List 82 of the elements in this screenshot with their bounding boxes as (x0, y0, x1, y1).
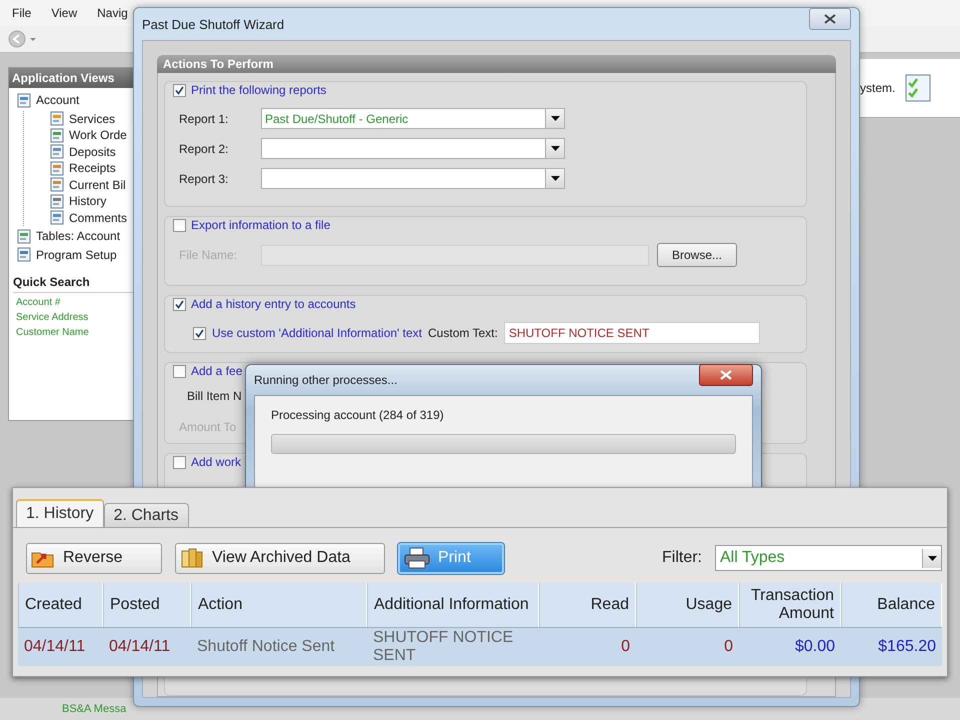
section-header: Actions To Perform (157, 55, 836, 73)
column-header[interactable]: Additional Information (367, 583, 539, 627)
tree-item[interactable]: Current Bil (69, 178, 126, 192)
filter-label: Filter: (662, 549, 702, 567)
printer-icon (404, 547, 430, 569)
search-link[interactable]: Account # (16, 297, 135, 308)
toolbar-button[interactable]: View Archived Data (175, 542, 385, 574)
table-cell: 0 (636, 627, 739, 666)
tree-item[interactable]: Work Orde (69, 128, 127, 142)
tree-item[interactable]: Services (69, 112, 116, 126)
toolbar-button[interactable]: Reverse (26, 542, 162, 574)
custom-text-field[interactable]: SHUTOFF NOTICE SENT (504, 322, 760, 344)
checkbox[interactable] (193, 326, 206, 340)
checklist-icon[interactable] (905, 74, 932, 102)
panel-header: Application Views (9, 68, 135, 88)
dialog-title: Running other processes... (254, 373, 398, 387)
browse-button[interactable]: Browse... (657, 243, 738, 267)
document-icon (50, 111, 65, 126)
close-icon (720, 370, 732, 380)
document-icon (17, 228, 32, 244)
column-header[interactable]: Read (539, 583, 636, 627)
search-link[interactable]: Service Address (16, 312, 135, 323)
document-icon (50, 210, 65, 226)
checkbox-label[interactable]: Use custom 'Additional Information' text (212, 326, 422, 340)
field-label: Bill Item N (186, 389, 242, 403)
status-text: BS&A Messa (62, 703, 126, 715)
document-icon (17, 92, 32, 108)
checkbox-label[interactable]: Add work (191, 455, 242, 469)
search-link[interactable]: Customer Name (16, 327, 135, 338)
checkbox-label[interactable]: Add a history entry to accounts (191, 297, 356, 311)
menu-item[interactable]: File (12, 6, 32, 20)
report-dropdown[interactable]: Past Due/Shutoff - Generic (261, 108, 565, 129)
column-header[interactable]: Posted (103, 583, 191, 627)
table-cell: 0 (539, 627, 636, 666)
table-cell: $165.20 (841, 627, 942, 666)
close-button[interactable] (809, 8, 851, 30)
column-header[interactable]: Action (191, 583, 367, 627)
document-icon (50, 194, 65, 209)
close-button[interactable] (699, 364, 753, 386)
tree-item[interactable]: History (69, 194, 106, 208)
checkbox-label[interactable]: Add a fee (191, 364, 242, 378)
table-cell: SHUTOFF NOTICE SENT (367, 627, 539, 666)
window-title: Past Due Shutoff Wizard (142, 16, 284, 32)
document-icon (50, 160, 65, 176)
column-header[interactable]: Balance (841, 583, 942, 627)
field-label: Report 2: (178, 142, 230, 156)
column-header[interactable]: Transaction Amount (739, 583, 841, 627)
column-header[interactable]: Created (18, 583, 103, 627)
document-icon (50, 177, 65, 192)
checkbox[interactable] (173, 364, 186, 378)
field-label: Custom Text: (428, 326, 498, 340)
table-cell: 04/14/11 (103, 627, 191, 666)
close-icon (824, 14, 836, 24)
checkbox-label[interactable]: Export information to a file (191, 218, 330, 232)
menu-item[interactable]: View (51, 6, 78, 20)
document-icon (50, 128, 65, 143)
tree-item[interactable]: Program Setup (36, 248, 117, 262)
field-label: Report 3: (178, 172, 230, 186)
document-icon (50, 144, 65, 160)
menu-item[interactable]: Navig (97, 6, 128, 20)
table-cell: 04/14/11 (18, 627, 103, 666)
tree-item[interactable]: Tables: Account (36, 229, 120, 244)
books-icon (180, 547, 204, 569)
filter-dropdown[interactable]: All Types (715, 545, 942, 571)
table-cell: $0.00 (739, 627, 841, 666)
tree-item[interactable]: Receipts (69, 161, 116, 176)
tree-item[interactable]: Account (36, 93, 80, 108)
checkbox[interactable] (173, 84, 186, 96)
checkbox-label[interactable]: Print the following reports (191, 83, 326, 97)
tab[interactable]: 2. Charts (104, 503, 188, 527)
tab[interactable]: 1. History (16, 499, 104, 527)
info-text: ystem. (860, 81, 896, 95)
field-label: Report 1: (178, 112, 230, 126)
checkbox[interactable] (173, 456, 186, 468)
checkbox[interactable] (173, 218, 186, 232)
column-header[interactable]: Usage (636, 583, 739, 627)
checkbox[interactable] (173, 298, 186, 310)
table-cell: Shutoff Notice Sent (191, 627, 367, 666)
document-icon (17, 247, 32, 262)
tree-item[interactable]: Deposits (69, 144, 116, 159)
tree-item[interactable]: Comments (69, 210, 128, 225)
progress-message: Processing account (284 of 319) (271, 408, 445, 422)
